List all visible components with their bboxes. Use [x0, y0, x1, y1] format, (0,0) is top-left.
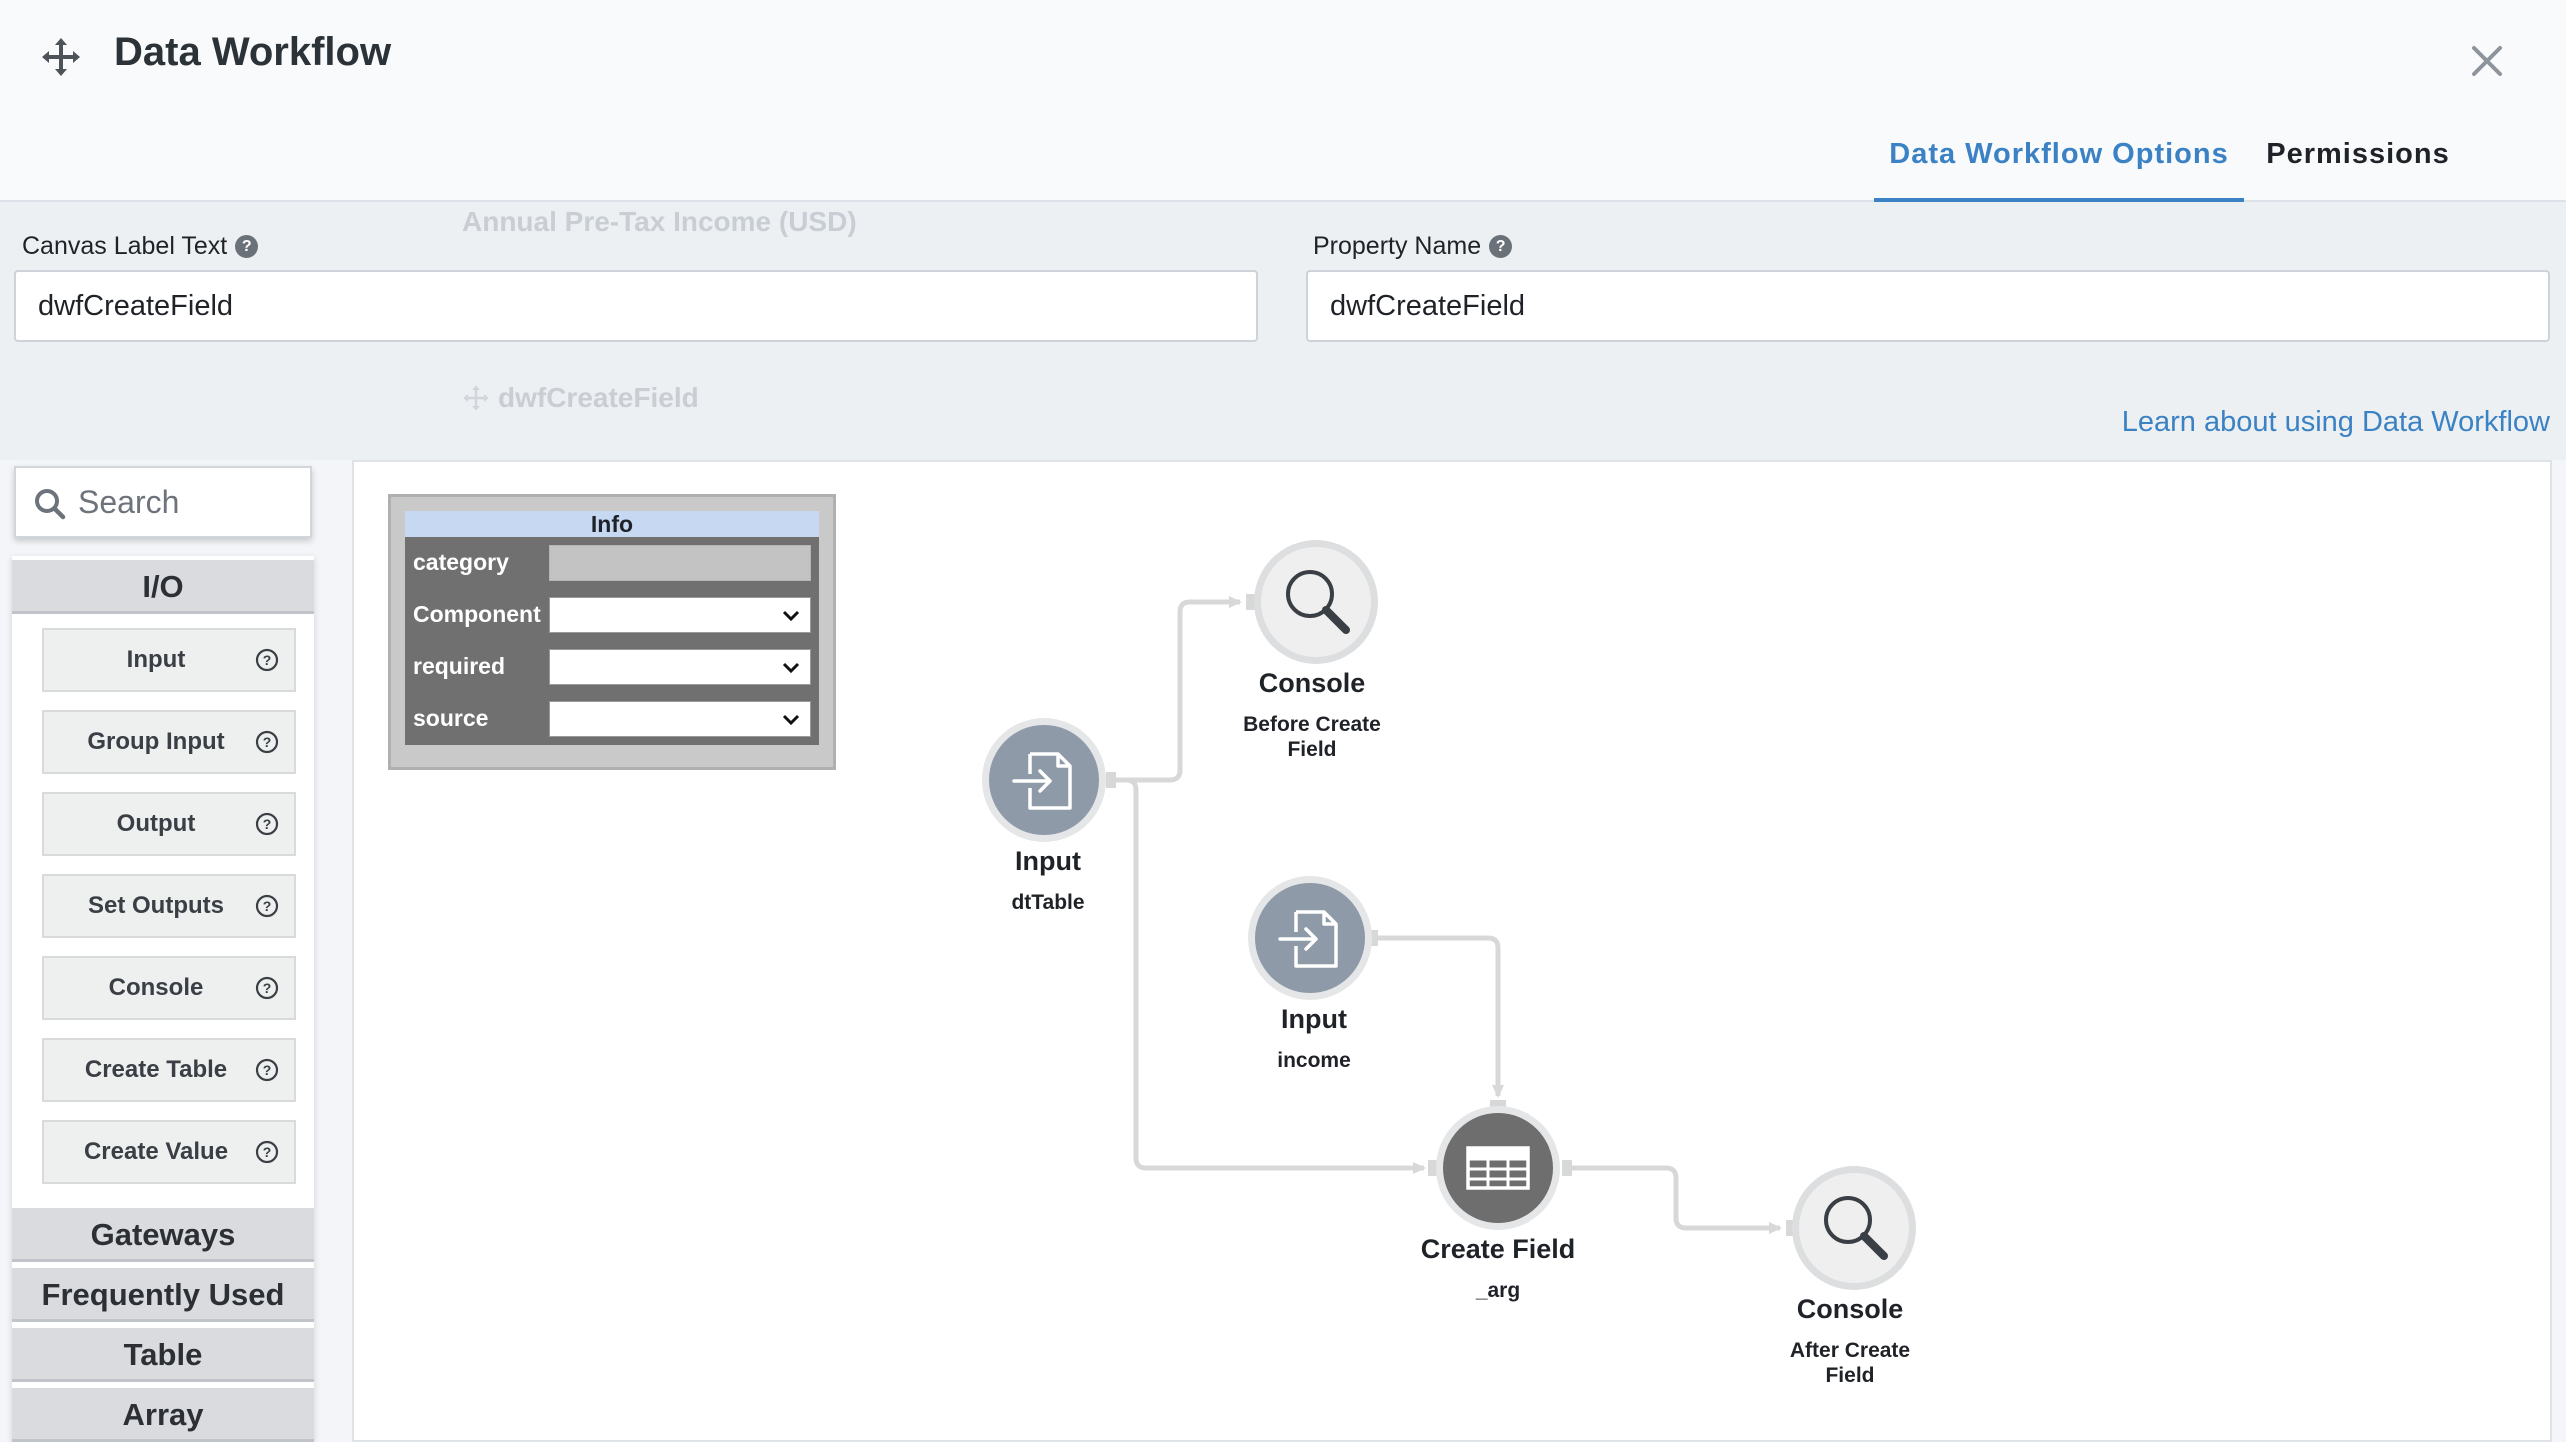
palette-item-label: Input: [126, 646, 186, 673]
svg-text:?: ?: [263, 980, 272, 996]
info-row-source: source: [405, 693, 819, 745]
help-circle-icon[interactable]: ?: [254, 811, 280, 837]
palette-item-label: Create Value: [83, 1138, 229, 1165]
svg-text:?: ?: [263, 898, 272, 914]
info-key: Component: [413, 601, 541, 627]
component-palette: I/O Input ? Group Input ? Output ? Set O…: [12, 556, 314, 1442]
background-ghost-title: dwfCreateField: [462, 382, 699, 414]
palette-item-set-outputs[interactable]: Set Outputs ?: [42, 874, 296, 938]
move-icon[interactable]: [40, 36, 82, 78]
property-name-label: Property Name ?: [1313, 232, 1513, 261]
node-subtitle-line-1: Before Create: [1243, 713, 1381, 736]
info-row-component: Component: [405, 589, 819, 641]
chevron-down-icon: [782, 714, 800, 726]
svg-text:?: ?: [263, 652, 272, 668]
help-circle-icon[interactable]: ?: [254, 975, 280, 1001]
ghost-title-text: dwfCreateField: [498, 382, 699, 413]
node-subtitle: income: [1277, 1049, 1351, 1072]
svg-text:?: ?: [263, 1144, 272, 1160]
search-placeholder: Search: [78, 484, 180, 520]
node-subtitle: dtTable: [1011, 891, 1085, 914]
help-circle-icon[interactable]: ?: [254, 729, 280, 755]
node-subtitle: _arg: [1475, 1279, 1521, 1302]
help-circle-icon[interactable]: ?: [254, 1139, 280, 1165]
info-row-required: required: [405, 641, 819, 693]
category-frequently-used[interactable]: Frequently Used: [12, 1268, 314, 1322]
canvas-label-text-input[interactable]: [14, 270, 1258, 342]
help-circle-icon[interactable]: ?: [254, 1057, 280, 1083]
palette-item-console[interactable]: Console ?: [42, 956, 296, 1020]
help-circle-icon[interactable]: ?: [254, 647, 280, 673]
help-icon[interactable]: ?: [1489, 235, 1513, 258]
svg-text:?: ?: [263, 816, 272, 832]
node-subtitle-line-2: Field: [1825, 1364, 1875, 1387]
node-input-income[interactable]: [1246, 874, 1374, 1002]
palette-item-input[interactable]: Input ?: [42, 628, 296, 692]
chevron-down-icon: [782, 662, 800, 674]
help-icon[interactable]: ?: [235, 235, 259, 258]
learn-data-workflow-link[interactable]: Learn about using Data Workflow: [2100, 406, 2550, 439]
node-title: Input: [1015, 846, 1081, 876]
property-name-caption: Property Name: [1313, 232, 1482, 260]
search-icon: [35, 489, 66, 520]
category-table[interactable]: Table: [12, 1328, 314, 1382]
search-icon: [1792, 1166, 1916, 1290]
required-select[interactable]: [549, 649, 811, 685]
info-panel: Info category Component required source: [388, 494, 836, 770]
node-console-after[interactable]: [1790, 1164, 1918, 1292]
node-console-before[interactable]: [1252, 538, 1380, 666]
svg-text:?: ?: [263, 734, 272, 750]
palette-item-label: Create Table: [84, 1056, 228, 1083]
input-file-icon: [982, 718, 1106, 842]
canvas-label-text-label: Canvas Label Text ?: [22, 232, 259, 261]
category-array[interactable]: Array: [12, 1388, 314, 1442]
svg-text:?: ?: [263, 1062, 272, 1078]
search-icon: [1254, 540, 1378, 664]
close-icon[interactable]: [2470, 44, 2504, 78]
ghost-move-icon: [463, 385, 489, 411]
node-title: Create Field: [1420, 1234, 1576, 1264]
node-create-field[interactable]: [1434, 1104, 1562, 1232]
palette-search[interactable]: Search: [14, 466, 312, 538]
category-gateways[interactable]: Gateways: [12, 1208, 314, 1262]
info-panel-title: Info: [405, 511, 819, 537]
source-select[interactable]: [549, 701, 811, 737]
property-name-input[interactable]: [1306, 270, 2550, 342]
category-io[interactable]: I/O: [12, 560, 314, 614]
chevron-down-icon: [782, 610, 800, 622]
tab-permissions[interactable]: Permissions: [2262, 138, 2454, 171]
palette-item-label: Set Outputs: [88, 892, 224, 919]
node-subtitle-line-1: After Create: [1789, 1339, 1911, 1362]
palette-item-create-table[interactable]: Create Table ?: [42, 1038, 296, 1102]
background-ghost-label: Annual Pre-Tax Income (USD): [462, 206, 857, 237]
node-title: Console: [1796, 1294, 1904, 1324]
info-key: category: [413, 549, 509, 575]
input-file-icon: [1248, 876, 1372, 1000]
component-select[interactable]: [549, 597, 811, 633]
canvas-label-text-caption: Canvas Label Text: [22, 232, 228, 260]
palette-item-group-input[interactable]: Group Input ?: [42, 710, 296, 774]
node-title: Input: [1281, 1004, 1347, 1034]
tab-data-workflow-options[interactable]: Data Workflow Options: [1874, 138, 2244, 171]
info-row-category: category: [405, 537, 819, 589]
info-key: source: [413, 705, 489, 731]
palette-item-label: Console: [108, 974, 204, 1001]
palette-item-output[interactable]: Output ?: [42, 792, 296, 856]
dialog-title: Data Workflow: [114, 30, 392, 74]
node-input-dttable[interactable]: [980, 716, 1108, 844]
dialog-header: Data Workflow Data Workflow Options Perm…: [0, 0, 2566, 202]
info-key: required: [413, 653, 506, 679]
info-table: Info category Component required source: [405, 511, 819, 745]
palette-item-label: Output: [116, 810, 196, 837]
category-field: [549, 545, 811, 581]
node-title: Console: [1258, 668, 1366, 698]
table-icon: [1436, 1106, 1560, 1230]
palette-item-label: Group Input: [87, 728, 225, 755]
help-circle-icon[interactable]: ?: [254, 893, 280, 919]
palette-item-create-value[interactable]: Create Value ?: [42, 1120, 296, 1184]
node-subtitle-line-2: Field: [1287, 738, 1337, 761]
